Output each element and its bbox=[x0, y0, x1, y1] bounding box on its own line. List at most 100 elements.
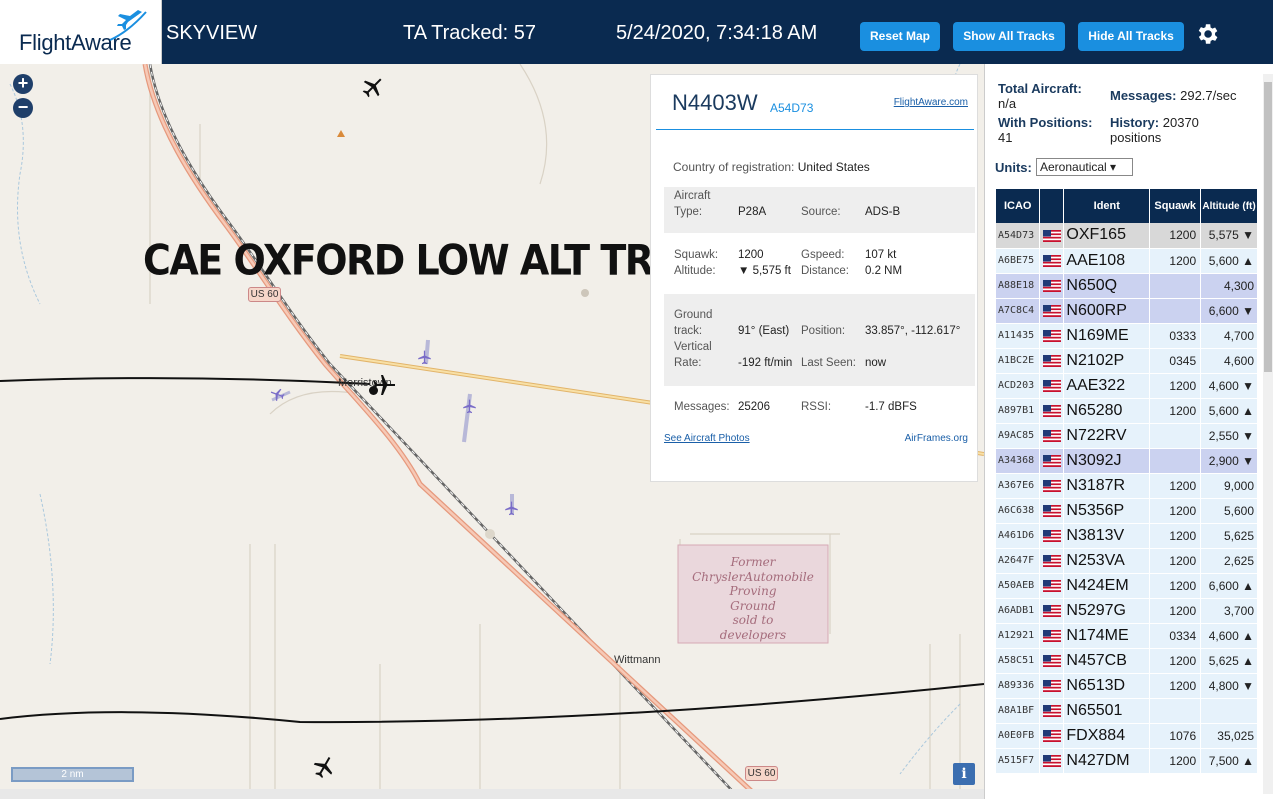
row-icao: A897B1 bbox=[996, 398, 1041, 424]
aircraft-icon[interactable] bbox=[270, 387, 285, 402]
with-positions-stat: With Positions: 41 bbox=[998, 115, 1093, 145]
map-overlay-title: CAE OXFORD LOW ALT TRASH bbox=[143, 235, 738, 285]
row-icao: A58C51 bbox=[996, 648, 1041, 674]
units-label: Units: bbox=[995, 160, 1032, 175]
side-scrollbar[interactable] bbox=[1263, 74, 1273, 794]
aircraft-icon[interactable] bbox=[361, 75, 385, 99]
row-icao: A515F7 bbox=[996, 748, 1041, 774]
table-row[interactable]: A2647F N253VA 1200 2,625 bbox=[996, 548, 1258, 574]
hide-all-tracks-button[interactable]: Hide All Tracks bbox=[1078, 22, 1184, 51]
zoom-out-button[interactable]: − bbox=[13, 98, 33, 118]
row-squawk: 0334 bbox=[1149, 623, 1202, 649]
aircraft-icon[interactable] bbox=[504, 501, 519, 516]
row-altitude: 35,025 bbox=[1200, 723, 1258, 749]
row-squawk: 1200 bbox=[1149, 523, 1202, 549]
popup-registration: N4403W bbox=[672, 90, 758, 115]
table-row[interactable]: A367E6 N3187R 1200 9,000 bbox=[996, 473, 1258, 499]
row-icao: ACD203 bbox=[996, 373, 1041, 399]
squawk-label: Squawk: bbox=[674, 249, 719, 261]
table-row[interactable]: A58C51 N457CB 1200 5,625 ▲ bbox=[996, 648, 1258, 674]
table-row[interactable]: A89336 N6513D 1200 4,800 ▼ bbox=[996, 673, 1258, 699]
row-ident: N3187R bbox=[1063, 473, 1151, 499]
table-row[interactable]: A54D73 OXF165 1200 5,575 ▼ bbox=[996, 223, 1258, 249]
us-flag-icon bbox=[1039, 448, 1065, 474]
row-icao: A1BC2E bbox=[996, 348, 1041, 374]
us-flag-icon bbox=[1039, 398, 1065, 424]
col-flag[interactable] bbox=[1039, 189, 1065, 223]
us-flag-icon bbox=[1039, 273, 1065, 299]
table-row[interactable]: A0E0FB FDX884 1076 35,025 bbox=[996, 723, 1258, 749]
row-icao: A8A1BF bbox=[996, 698, 1041, 724]
map-info-button[interactable]: i bbox=[953, 763, 975, 785]
table-row[interactable]: A6ADB1 N5297G 1200 3,700 bbox=[996, 598, 1258, 624]
table-row[interactable]: A50AEB N424EM 1200 6,600 ▲ bbox=[996, 573, 1258, 599]
table-row[interactable]: A1BC2E N2102P 0345 4,600 bbox=[996, 348, 1258, 374]
row-squawk bbox=[1149, 298, 1202, 324]
col-altitude[interactable]: Altitude (ft) bbox=[1200, 189, 1258, 223]
reset-map-button[interactable]: Reset Map bbox=[860, 22, 940, 51]
table-row[interactable]: A897B1 N65280 1200 5,600 ▲ bbox=[996, 398, 1258, 424]
gear-icon[interactable] bbox=[1194, 21, 1220, 47]
units-select[interactable]: Aeronautical ▾ bbox=[1036, 158, 1133, 176]
messages-rate-value: 292.7/sec bbox=[1180, 88, 1237, 103]
bottom-scrollbar[interactable] bbox=[0, 789, 984, 799]
row-squawk: 1200 bbox=[1149, 398, 1202, 424]
row-squawk: 1076 bbox=[1149, 723, 1202, 749]
us-flag-icon bbox=[1039, 648, 1065, 674]
aircraft-icon[interactable] bbox=[417, 350, 432, 365]
table-row[interactable]: A6BE75 AAE108 1200 5,600 ▲ bbox=[996, 248, 1258, 274]
table-row[interactable]: A88E18 N650Q 4,300 bbox=[996, 273, 1258, 299]
col-ident[interactable]: Ident bbox=[1063, 189, 1151, 223]
table-row[interactable]: A8A1BF N65501 bbox=[996, 698, 1258, 724]
col-icao[interactable]: ICAO bbox=[996, 189, 1041, 223]
row-squawk bbox=[1149, 273, 1202, 299]
us-flag-icon bbox=[1039, 623, 1065, 649]
table-row[interactable]: A6C638 N5356P 1200 5,600 bbox=[996, 498, 1258, 524]
table-row[interactable]: ACD203 AAE322 1200 4,600 ▼ bbox=[996, 373, 1258, 399]
former-line: developers bbox=[719, 627, 787, 642]
row-altitude: 5,625 bbox=[1200, 523, 1258, 549]
flightaware-link[interactable]: FlightAware.com bbox=[894, 97, 968, 108]
col-squawk[interactable]: Squawk bbox=[1149, 189, 1202, 223]
total-aircraft-stat: Total Aircraft: n/a bbox=[998, 81, 1082, 111]
total-aircraft-label: Total Aircraft: bbox=[998, 81, 1082, 96]
row-squawk: 1200 bbox=[1149, 673, 1202, 699]
row-squawk bbox=[1149, 698, 1202, 724]
row-ident: N424EM bbox=[1063, 573, 1151, 599]
table-row[interactable]: A11435 N169ME 0333 4,700 bbox=[996, 323, 1258, 349]
zoom-in-button[interactable]: + bbox=[13, 74, 33, 94]
row-altitude: 2,625 bbox=[1200, 548, 1258, 574]
see-aircraft-photos-link[interactable]: See Aircraft Photos bbox=[664, 433, 750, 444]
row-squawk: 1200 bbox=[1149, 573, 1202, 599]
row-altitude: 2,900 ▼ bbox=[1200, 448, 1258, 474]
aircraft-icon[interactable] bbox=[312, 755, 336, 779]
table-row[interactable]: A34368 N3092J 2,900 ▼ bbox=[996, 448, 1258, 474]
messages-label: Messages: bbox=[674, 401, 730, 413]
aircraft-detail-popup: N4403W A54D73 FlightAware.com Country of… bbox=[650, 74, 978, 482]
flightaware-logo[interactable]: FlightAware bbox=[0, 0, 162, 64]
row-squawk: 1200 bbox=[1149, 473, 1202, 499]
row-altitude: 7,500 ▲ bbox=[1200, 748, 1258, 774]
row-icao: A11435 bbox=[996, 323, 1041, 349]
table-row[interactable]: A12921 N174ME 0334 4,600 ▲ bbox=[996, 623, 1258, 649]
messages-value: 25206 bbox=[738, 401, 770, 413]
history-stat: History: 20370 positions bbox=[1110, 115, 1199, 145]
row-icao: A0E0FB bbox=[996, 723, 1041, 749]
aircraft-icon[interactable] bbox=[462, 399, 477, 414]
gspeed-label: Gspeed: bbox=[801, 249, 845, 261]
row-ident: N65501 bbox=[1063, 698, 1151, 724]
row-ident: N457CB bbox=[1063, 648, 1151, 674]
show-all-tracks-button[interactable]: Show All Tracks bbox=[953, 22, 1065, 51]
popup-divider bbox=[656, 129, 974, 130]
position-value: 33.857°, -112.617° bbox=[865, 325, 961, 337]
table-row[interactable]: A515F7 N427DM 1200 7,500 ▲ bbox=[996, 748, 1258, 774]
table-row[interactable]: A461D6 N3813V 1200 5,625 bbox=[996, 523, 1258, 549]
us-flag-icon bbox=[1039, 523, 1065, 549]
row-altitude: 5,600 bbox=[1200, 498, 1258, 524]
airframes-link[interactable]: AirFrames.org bbox=[905, 433, 968, 444]
table-row[interactable]: A9AC85 N722RV 2,550 ▼ bbox=[996, 423, 1258, 449]
scrollbar-thumb[interactable] bbox=[1264, 82, 1272, 372]
tracked-count: TA Tracked: 57 bbox=[403, 22, 537, 44]
former-line: Ground bbox=[730, 598, 776, 613]
table-row[interactable]: A7C8C4 N600RP 6,600 ▼ bbox=[996, 298, 1258, 324]
